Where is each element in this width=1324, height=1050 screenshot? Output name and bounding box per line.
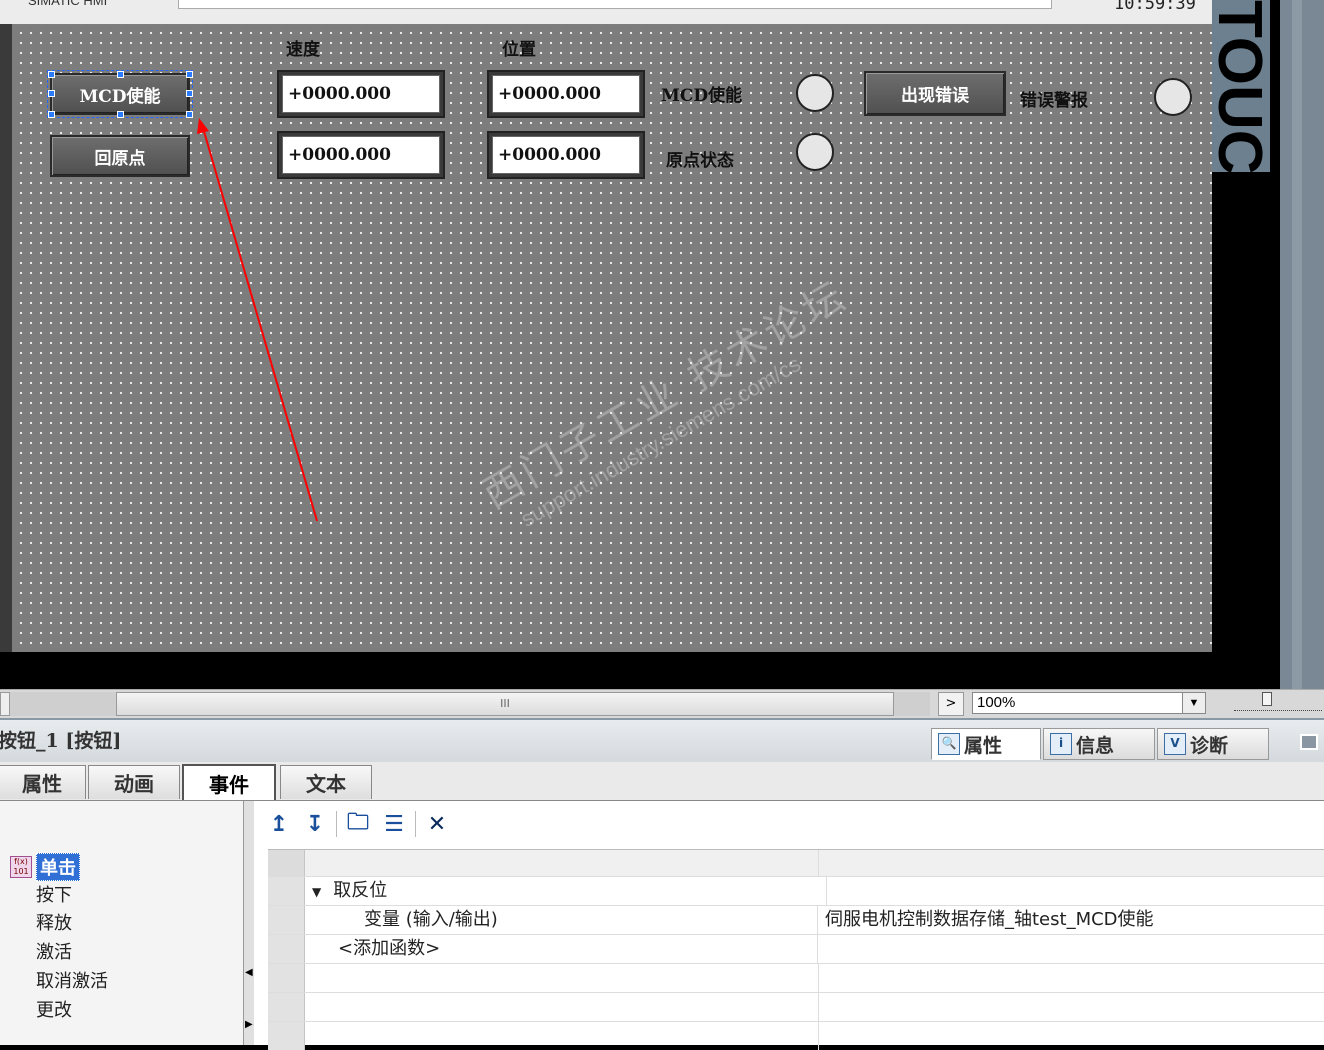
- hmi-screen-canvas[interactable]: [12, 24, 1212, 652]
- zoom-select[interactable]: 100% ▼: [972, 692, 1206, 714]
- grid-header: [268, 850, 1324, 877]
- event-change[interactable]: 更改: [36, 996, 72, 1022]
- folder-icon[interactable]: 🗀: [343, 810, 373, 838]
- mcd-enable-button[interactable]: MCD使能: [47, 70, 193, 118]
- speed-value-2: +0000.000: [282, 136, 440, 174]
- parameter-name: 变量 (输入/输出): [304, 906, 818, 934]
- zoom-value: 100%: [977, 694, 1016, 711]
- function-list-pane: ↥ ↧ 🗀 ☰ ✕ ▼ 取反位 变量 (输入/输出) 伺服电机控制数据存储_轴te…: [254, 801, 1324, 1050]
- function-name: 取反位: [333, 880, 388, 901]
- parameter-row[interactable]: 变量 (输入/输出) 伺服电机控制数据存储_轴test_MCD使能: [268, 906, 1324, 935]
- add-function[interactable]: <添加函数>: [304, 935, 818, 963]
- canvas-left-edge: [0, 24, 12, 652]
- inspector-subtabs: 属性 动画 事件 文本: [0, 762, 1324, 801]
- empty-row: [268, 993, 1324, 1022]
- event-icon: f(x) 101: [10, 856, 32, 878]
- tab-diagnostics-label: 诊断: [1190, 734, 1229, 757]
- event-release[interactable]: 释放: [36, 909, 72, 935]
- subtab-properties[interactable]: 属性: [0, 765, 86, 799]
- home-button[interactable]: 回原点: [50, 135, 190, 177]
- toolbar-separator: [336, 811, 337, 837]
- add-function-row[interactable]: <添加函数>: [268, 935, 1324, 964]
- zoom-slider[interactable]: [1234, 692, 1322, 711]
- tab-info-label: 信息: [1076, 734, 1115, 757]
- event-click[interactable]: f(x) 101 单击: [10, 853, 80, 881]
- empty-row: [268, 964, 1324, 993]
- tab-properties-label: 属性: [964, 734, 1003, 757]
- inspector-title: 按钮_1 [按钮]: [0, 730, 122, 752]
- speed-label[interactable]: 速度: [286, 35, 320, 60]
- event-list: f(x) 101 单击 按下 释放 激活 取消激活 更改: [0, 801, 244, 1045]
- list-icon[interactable]: ☰: [379, 810, 409, 838]
- home-status-lamp[interactable]: [796, 133, 834, 171]
- restore-window-icon[interactable]: [1300, 734, 1318, 750]
- position-value-1: +0000.000: [492, 75, 640, 113]
- move-down-icon[interactable]: ↧: [300, 810, 330, 838]
- event-activate[interactable]: 激活: [36, 938, 72, 964]
- zoom-slider-knob[interactable]: [1262, 692, 1272, 706]
- speed-field-2[interactable]: +0000.000: [277, 131, 445, 179]
- subtab-events[interactable]: 事件: [182, 764, 276, 800]
- mcd-enable-lamp[interactable]: [796, 74, 834, 112]
- subtab-animations[interactable]: 动画: [88, 765, 180, 799]
- scroll-thumb[interactable]: III: [116, 692, 894, 716]
- speed-value-1: +0000.000: [282, 75, 440, 113]
- touch-label: TOUCH: [1212, 0, 1270, 172]
- hmi-title-field: [178, 0, 1052, 9]
- position-value-2: +0000.000: [492, 136, 640, 174]
- home-status-label[interactable]: 原点状态: [666, 146, 734, 171]
- function-row[interactable]: ▼ 取反位: [268, 877, 1324, 906]
- position-field-1[interactable]: +0000.000: [487, 70, 645, 118]
- diagnostics-icon: V: [1164, 733, 1186, 755]
- resize-handle[interactable]: [48, 71, 55, 78]
- scroll-nav-button[interactable]: >: [938, 692, 964, 716]
- inspector-header: 按钮_1 [按钮] 🔍 属性 i 信息 V 诊断: [0, 718, 1324, 763]
- tab-diagnostics[interactable]: V 诊断: [1157, 728, 1269, 760]
- resize-handle[interactable]: [117, 71, 124, 78]
- collapse-left-icon[interactable]: ◀: [245, 967, 253, 978]
- function-grid: ▼ 取反位 变量 (输入/输出) 伺服电机控制数据存储_轴test_MCD使能 <…: [268, 849, 1324, 1050]
- device-frame-right: [1280, 0, 1324, 690]
- touch-panel-frame: TOUCH: [1212, 0, 1280, 690]
- toolbar-separator: [415, 811, 416, 837]
- expand-right-icon[interactable]: ▶: [245, 1019, 253, 1030]
- expand-triangle-icon[interactable]: ▼: [312, 885, 321, 899]
- scroll-track[interactable]: III: [0, 692, 930, 716]
- move-up-icon[interactable]: ↥: [264, 810, 294, 838]
- resize-handle[interactable]: [186, 90, 193, 97]
- error-alarm-label[interactable]: 错误警报: [1020, 86, 1088, 111]
- delete-icon[interactable]: ✕: [422, 810, 452, 838]
- parameter-value[interactable]: 伺服电机控制数据存储_轴test_MCD使能: [819, 906, 1324, 934]
- chevron-down-icon[interactable]: ▼: [1182, 693, 1205, 713]
- hmi-title-bar: SIMATIC HMI 10:59:39: [0, 0, 1213, 25]
- event-deactivate[interactable]: 取消激活: [36, 967, 108, 993]
- event-press[interactable]: 按下: [36, 881, 72, 907]
- position-field-2[interactable]: +0000.000: [487, 131, 645, 179]
- resize-handle[interactable]: [186, 111, 193, 118]
- speed-field-1[interactable]: +0000.000: [277, 70, 445, 118]
- subtab-texts[interactable]: 文本: [280, 765, 372, 799]
- scroll-left-cap[interactable]: [0, 692, 10, 716]
- resize-handle[interactable]: [186, 71, 193, 78]
- tab-info[interactable]: i 信息: [1043, 728, 1155, 760]
- position-label[interactable]: 位置: [502, 35, 536, 60]
- event-click-label: 单击: [36, 853, 80, 881]
- info-icon: i: [1050, 733, 1072, 755]
- tab-properties[interactable]: 🔍 属性: [931, 728, 1041, 760]
- horizontal-scrollbar-row: III > 100% ▼: [0, 689, 1324, 718]
- hmi-brand: SIMATIC HMI: [28, 0, 108, 8]
- resize-handle[interactable]: [48, 90, 55, 97]
- function-toolbar: ↥ ↧ 🗀 ☰ ✕: [264, 809, 458, 839]
- resize-handle[interactable]: [48, 111, 55, 118]
- resize-handle[interactable]: [117, 111, 124, 118]
- empty-row: [268, 1022, 1324, 1050]
- mcd-enable-status-label[interactable]: MCD使能: [661, 81, 742, 106]
- hmi-clock: 10:59:39: [1114, 0, 1196, 14]
- properties-icon: 🔍: [938, 733, 960, 755]
- error-alarm-lamp[interactable]: [1154, 78, 1192, 116]
- error-button[interactable]: 出现错误: [864, 71, 1006, 116]
